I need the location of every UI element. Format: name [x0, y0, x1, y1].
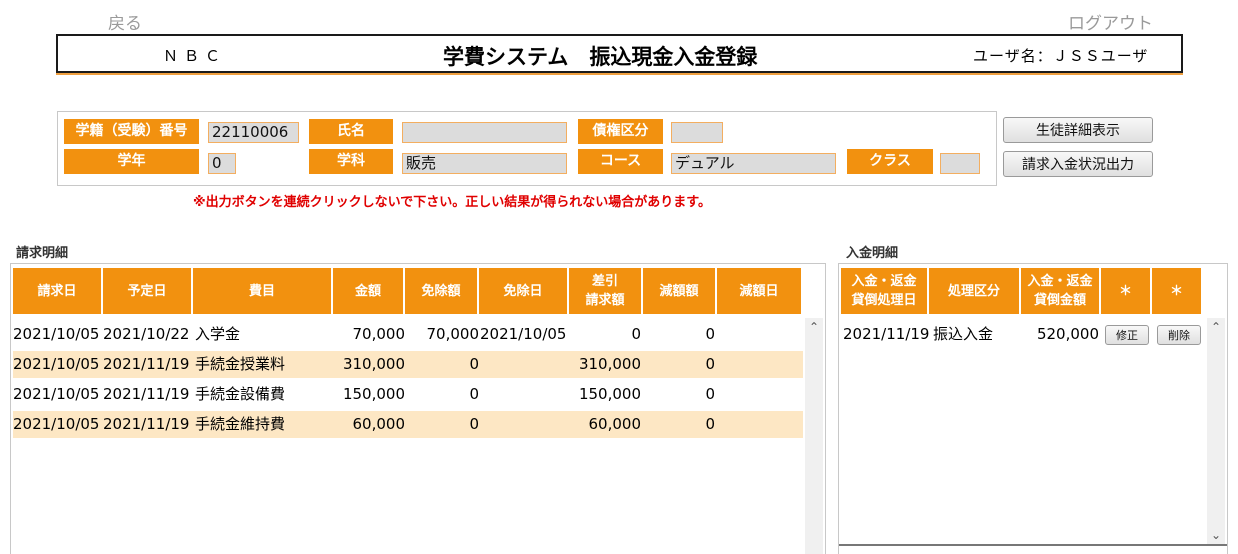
- student-id-label: 学籍（受験）番号: [64, 119, 199, 144]
- billing-date-cell: 2021/10/05: [13, 385, 100, 403]
- billing-header-cell: 請求日: [13, 268, 101, 314]
- billing-row[interactable]: 2021/10/05 2021/11/19 手続金設備費 150,000 0 1…: [13, 381, 803, 408]
- edit-button[interactable]: 修正: [1105, 325, 1149, 345]
- payment-header-cell: 入金・返金 貸倒処理日: [841, 268, 927, 314]
- scheduled-date-cell: 2021/11/19: [103, 415, 190, 433]
- divider: [839, 544, 1227, 546]
- exemption-date-cell: [480, 381, 570, 408]
- logout-link[interactable]: ログアウト: [1068, 9, 1153, 34]
- payment-section-title: 入金明細: [846, 246, 899, 261]
- payment-header-cell: ＊: [1101, 268, 1150, 314]
- reduction-date-cell: [719, 411, 803, 438]
- scheduled-date-cell: 2021/11/19: [103, 355, 190, 373]
- billing-date-cell: 2021/10/05: [13, 325, 100, 343]
- credit-class-label: 債権区分: [578, 119, 663, 144]
- amount-cell: 70,000: [352, 325, 406, 343]
- name-label: 氏名: [309, 119, 393, 144]
- exemption-amount-cell: 0: [469, 415, 479, 433]
- header-bar: ＮＢＣ 学費システム 振込現金入金登録 ユーザ名：ＪＳＳユーザ: [56, 34, 1183, 73]
- student-info-box: 学籍（受験）番号 22110006 氏名 債権区分 学年 0 学科 販売 コース…: [57, 111, 997, 186]
- billing-status-output-button[interactable]: 請求入金状況出力: [1003, 151, 1153, 177]
- student-detail-button[interactable]: 生徒詳細表示: [1003, 117, 1153, 143]
- billing-date-cell: 2021/10/05: [13, 355, 100, 373]
- exemption-date-cell: [480, 411, 570, 438]
- class-field: [940, 153, 980, 174]
- payment-amount-cell: 520,000: [1036, 325, 1099, 343]
- billing-header-cell: 減額額: [643, 268, 715, 314]
- billing-header-cell: 予定日: [103, 268, 191, 314]
- payment-header-cell: 処理区分: [929, 268, 1019, 314]
- class-label: クラス: [847, 149, 933, 174]
- reduction-amount-cell: 0: [705, 385, 715, 403]
- billing-table: 請求日 予定日 費目 金額 免除額 免除日 差引 請求額 減額額 減額日 202…: [10, 263, 826, 554]
- billing-row[interactable]: 2021/10/05 2021/11/19 手続金維持費 60,000 0 60…: [13, 411, 803, 438]
- reduction-amount-cell: 0: [705, 415, 715, 433]
- reduction-date-cell: [719, 351, 803, 378]
- payment-header-cell: 入金・返金 貸倒金額: [1021, 268, 1099, 314]
- chevron-up-icon[interactable]: ⌃: [1207, 320, 1225, 334]
- reduction-amount-cell: 0: [705, 325, 715, 343]
- reduction-amount-cell: 0: [705, 355, 715, 373]
- billing-header-cell: 差引 請求額: [569, 268, 641, 314]
- billing-header-cell: 金額: [333, 268, 403, 314]
- billing-header-cell: 免除額: [405, 268, 477, 314]
- chevron-down-icon[interactable]: ⌄: [1207, 528, 1225, 542]
- year-label: 学年: [64, 149, 199, 174]
- course-field: デュアル: [671, 153, 836, 174]
- company-name: ＮＢＣ: [163, 47, 227, 65]
- net-billing-cell: 310,000: [578, 355, 641, 373]
- fee-item-cell: 入学金: [195, 325, 241, 343]
- exemption-amount-cell: 0: [469, 385, 479, 403]
- billing-date-cell: 2021/10/05: [13, 415, 100, 433]
- billing-scrollbar[interactable]: ⌃: [805, 318, 823, 554]
- scheduled-date-cell: 2021/11/19: [103, 385, 190, 403]
- delete-button[interactable]: 削除: [1157, 325, 1201, 345]
- back-link[interactable]: 戻る: [108, 9, 142, 34]
- payment-row[interactable]: 2021/11/19 振込入金 520,000 修正 削除: [841, 321, 1203, 348]
- billing-header-cell: 免除日: [479, 268, 567, 314]
- chevron-up-icon[interactable]: ⌃: [805, 320, 823, 334]
- amount-cell: 150,000: [342, 385, 405, 403]
- payment-scrollbar[interactable]: ⌃ ⌄: [1207, 318, 1225, 544]
- payment-date-cell: 2021/11/19: [843, 325, 930, 343]
- course-label: コース: [578, 149, 663, 174]
- fee-item-cell: 手続金設備費: [195, 385, 286, 403]
- credit-class-field: [671, 122, 723, 143]
- reduction-date-cell: [719, 321, 803, 348]
- billing-section-title: 請求明細: [16, 246, 69, 261]
- exemption-date-cell: 2021/10/05: [480, 325, 567, 343]
- payment-header-cell: ＊: [1152, 268, 1201, 314]
- exemption-date-cell: [480, 351, 570, 378]
- scheduled-date-cell: 2021/10/22: [103, 325, 190, 343]
- amount-cell: 60,000: [352, 415, 406, 433]
- billing-header-cell: 費目: [193, 268, 331, 314]
- page-title: 学費システム 振込現金入金登録: [443, 45, 758, 69]
- warning-message: ※出力ボタンを連続クリックしないで下さい。正しい結果が得られない場合があります。: [193, 195, 711, 210]
- payment-table: 入金・返金 貸倒処理日 処理区分 入金・返金 貸倒金額 ＊ ＊ 2021/11/…: [838, 263, 1228, 554]
- exemption-amount-cell: 0: [469, 355, 479, 373]
- department-label: 学科: [309, 149, 393, 174]
- name-field: [402, 122, 567, 143]
- reduction-date-cell: [719, 381, 803, 408]
- net-billing-cell: 0: [631, 325, 641, 343]
- fee-item-cell: 手続金維持費: [195, 415, 286, 433]
- billing-row[interactable]: 2021/10/05 2021/11/19 手続金授業料 310,000 0 3…: [13, 351, 803, 378]
- year-field: 0: [208, 153, 236, 174]
- exemption-amount-cell: 70,000: [426, 325, 480, 343]
- net-billing-cell: 60,000: [588, 415, 642, 433]
- department-field: 販売: [402, 153, 567, 174]
- billing-header-cell: 減額日: [717, 268, 801, 314]
- user-name: ユーザ名：ＪＳＳユーザ: [973, 47, 1149, 65]
- amount-cell: 310,000: [342, 355, 405, 373]
- billing-row[interactable]: 2021/10/05 2021/10/22 入学金 70,000 70,000 …: [13, 321, 803, 348]
- student-id-field: 22110006: [208, 122, 299, 143]
- fee-item-cell: 手続金授業料: [195, 355, 286, 373]
- net-billing-cell: 150,000: [578, 385, 641, 403]
- process-type-cell: 振込入金: [933, 325, 994, 343]
